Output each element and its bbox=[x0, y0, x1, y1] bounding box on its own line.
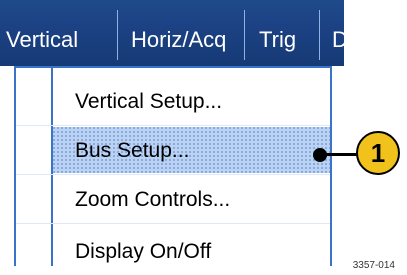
menu-vertical[interactable]: Vertical bbox=[6, 0, 78, 66]
menu-horiz-acq[interactable]: Horiz/Acq bbox=[131, 0, 226, 66]
menu-item-bus-setup[interactable]: Bus Setup... bbox=[53, 127, 330, 173]
menu-separator bbox=[244, 10, 245, 60]
menu-border bbox=[14, 66, 16, 266]
screen: Vertical Horiz/Acq Trig D Vertical Setup… bbox=[0, 0, 407, 275]
menu-border bbox=[330, 66, 332, 266]
menu-item-label: Bus Setup... bbox=[75, 139, 190, 162]
menu-divider bbox=[16, 125, 330, 126]
menu-item-label: Display On/Off bbox=[75, 240, 212, 263]
vertical-dropdown-menu: Vertical Setup... Bus Setup... Zoom Cont… bbox=[0, 66, 332, 266]
menu-border bbox=[14, 66, 332, 68]
menu-item-label: Vertical Setup... bbox=[75, 90, 223, 113]
callout-leader-line bbox=[320, 153, 358, 156]
menu-divider bbox=[16, 174, 330, 175]
callout-number-badge: 1 bbox=[356, 131, 400, 175]
menu-item-vertical-setup[interactable]: Vertical Setup... bbox=[53, 78, 330, 124]
menu-separator bbox=[319, 10, 320, 60]
menu-trig[interactable]: Trig bbox=[259, 0, 296, 66]
menu-item-zoom-controls[interactable]: Zoom Controls... bbox=[53, 176, 330, 222]
menu-item-display-on-off[interactable]: Display On/Off bbox=[53, 228, 330, 266]
figure-code: 3357-014 bbox=[352, 260, 395, 271]
menu-bar: Vertical Horiz/Acq Trig D bbox=[0, 0, 344, 66]
menu-separator bbox=[117, 10, 118, 60]
menu-item-clip bbox=[53, 264, 330, 266]
menu-divider bbox=[16, 223, 330, 224]
menu-display-truncated[interactable]: D bbox=[332, 0, 344, 66]
menu-item-label: Zoom Controls... bbox=[75, 188, 231, 211]
